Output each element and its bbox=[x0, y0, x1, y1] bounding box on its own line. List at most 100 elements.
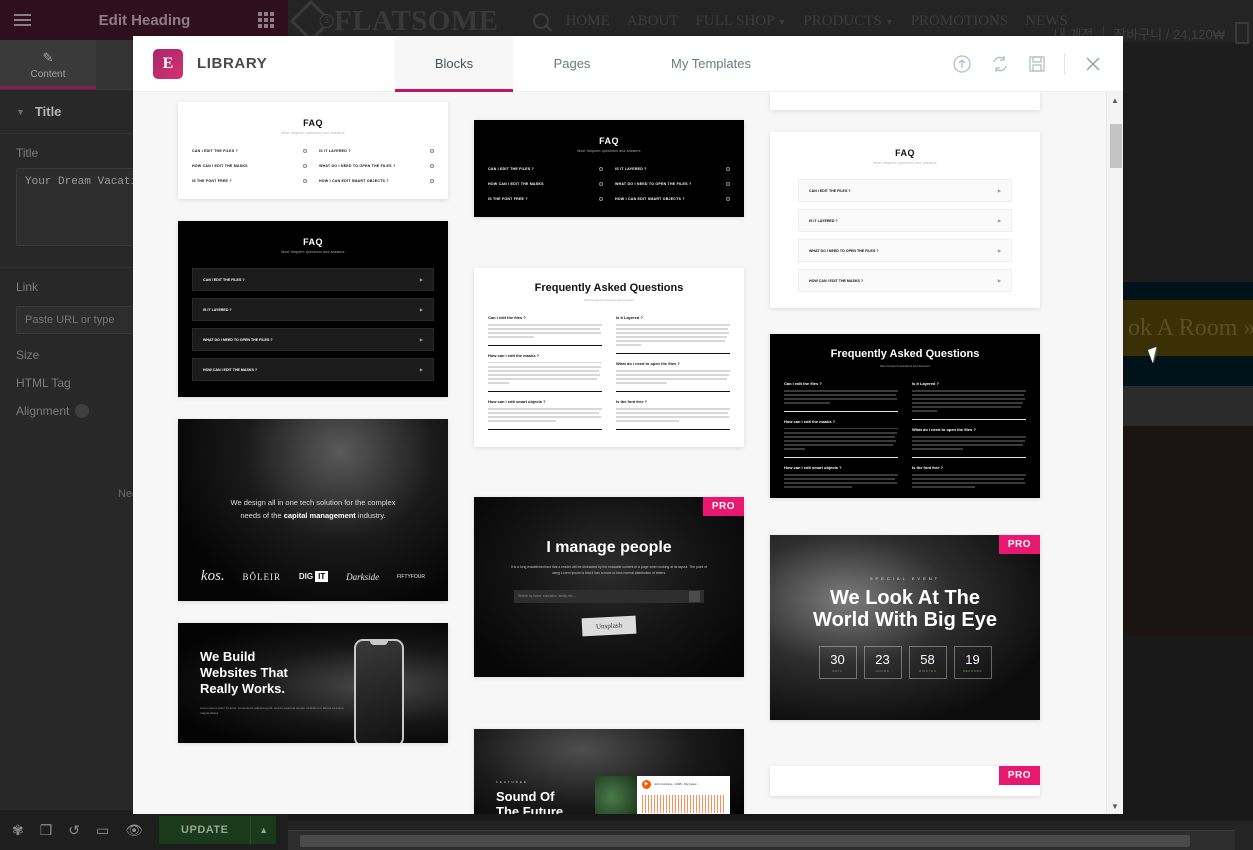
history-icon[interactable]: ↺ bbox=[68, 823, 80, 837]
save-icon[interactable] bbox=[1028, 55, 1046, 73]
template-card[interactable]: FAQ Most frequent questions and answers … bbox=[178, 221, 448, 397]
modal-body[interactable]: FAQ Most frequent questions and answers … bbox=[133, 92, 1123, 814]
client-logo: DIG IT bbox=[299, 571, 329, 582]
manage-title: I manage people bbox=[546, 538, 672, 556]
close-icon[interactable] bbox=[1083, 54, 1103, 74]
faq-long-body bbox=[616, 407, 730, 422]
template-card[interactable]: FEATURED Sound Of The Future ▶ John Colt… bbox=[474, 728, 744, 814]
plus-icon bbox=[303, 164, 307, 168]
faq-long-columns: Can I edit the files ? How can I edit th… bbox=[784, 381, 1026, 488]
nav-item-products[interactable]: PRODUCTS ▼ bbox=[803, 13, 893, 30]
chevron-right-icon: ▶ bbox=[419, 367, 423, 372]
faq-question: WHAT DO I NEED TO OPEN THE FILES ? bbox=[319, 164, 434, 168]
we-build-title: We Build Websites That Really Works. bbox=[200, 648, 288, 697]
nav-item-about[interactable]: ABOUT bbox=[627, 13, 679, 30]
panel-top-bar: Edit Heading bbox=[0, 0, 288, 40]
accordion-item: HOW CAN I EDIT THE MASKS ? ▶ bbox=[192, 358, 434, 381]
faq-question: IS THE FONT FREE ? bbox=[192, 179, 307, 183]
accordion-item: CAN I EDIT THE FILES ? ▶ bbox=[192, 268, 434, 291]
divider bbox=[912, 456, 1026, 458]
tab-blocks[interactable]: Blocks bbox=[395, 35, 513, 92]
panel-footer: ✾ ❒ ↺ ▭ 👁 UPDATE ▲ bbox=[0, 810, 288, 850]
faq-long-subtitle: Most frequent questions and answers bbox=[880, 364, 930, 368]
faq-accordion-light-thumb: FAQ Most frequent questions and answers … bbox=[770, 132, 1040, 308]
manage-search-placeholder: Search by name, education, family, etc..… bbox=[518, 594, 576, 599]
sound-kicker: FEATURED bbox=[496, 779, 528, 784]
template-card[interactable]: Frequently Asked Questions Most frequent… bbox=[474, 268, 744, 447]
template-column-3: FAQ Most frequent questions and answers … bbox=[770, 92, 1040, 814]
faq-long-light-thumb: Frequently Asked Questions Most frequent… bbox=[474, 268, 744, 447]
template-library-modal: E LIBRARY Blocks Pages My Templates FAQ … bbox=[133, 35, 1123, 814]
site-nav: HOME ABOUT FULL SHOP ▼ PRODUCTS ▼ PROMOTIO… bbox=[532, 13, 1068, 30]
chevron-right-icon: ▶ bbox=[997, 188, 1001, 193]
scroll-up-arrow[interactable]: ▲ bbox=[1107, 92, 1123, 108]
sync-icon[interactable] bbox=[990, 54, 1010, 74]
chevron-right-icon: ▶ bbox=[997, 248, 1001, 253]
template-card-partial[interactable]: PRO bbox=[770, 765, 1040, 796]
template-card[interactable]: FAQ Most frequent questions and answers … bbox=[178, 102, 448, 199]
info-icon[interactable] bbox=[75, 404, 90, 418]
faq-long-question: How can I edit the masks ? bbox=[784, 418, 836, 424]
faq-long-body bbox=[616, 324, 730, 347]
update-button[interactable]: UPDATE bbox=[159, 816, 251, 844]
cart-icon[interactable] bbox=[1235, 22, 1249, 44]
panel-title: Edit Heading bbox=[98, 11, 191, 29]
horizontal-scrollbar[interactable] bbox=[288, 830, 1235, 850]
site-logo[interactable]: 3 FLATSOME bbox=[289, 0, 499, 43]
nav-item-home[interactable]: HOME bbox=[566, 13, 610, 30]
template-card[interactable]: We design all in one tech solution for t… bbox=[178, 419, 448, 601]
faq-long-columns: Can I edit the files ? How can I edit th… bbox=[488, 315, 730, 437]
template-card[interactable]: FAQ Most frequent questions and answers … bbox=[770, 132, 1040, 308]
grid-dots-icon[interactable] bbox=[257, 12, 274, 28]
preview-icon[interactable]: 👁 bbox=[125, 823, 143, 837]
cart-link[interactable]: 장바구니 / 24,120₩ bbox=[1114, 24, 1225, 43]
countdown-item: 23 HOURS bbox=[863, 645, 902, 679]
tab-pages[interactable]: Pages bbox=[513, 36, 631, 92]
nav-item-full-shop[interactable]: FULL SHOP ▼ bbox=[695, 13, 786, 30]
client-logo: BÔLEIR bbox=[242, 571, 282, 582]
update-options-caret-icon[interactable]: ▲ bbox=[250, 816, 276, 844]
plus-icon bbox=[726, 167, 730, 171]
faq-long-body bbox=[912, 473, 1026, 488]
template-card[interactable]: We Build Websites That Really Works. Lor… bbox=[178, 623, 448, 743]
tab-content[interactable]: ✎ Content bbox=[0, 40, 96, 89]
layers-icon[interactable]: ❒ bbox=[40, 823, 53, 837]
template-card[interactable]: PRO I manage people It is a long establi… bbox=[474, 496, 744, 677]
tab-my-templates[interactable]: My Templates bbox=[631, 36, 791, 92]
event-title: We Look At The World With Big Eye bbox=[813, 586, 997, 632]
soundcloud-player: ▶ John Coltrane - R&B - My Favor... bbox=[595, 775, 730, 814]
book-a-room-button[interactable]: ok A Room » bbox=[1128, 315, 1253, 342]
faq-long-body bbox=[912, 436, 1026, 450]
player-main: ▶ John Coltrane - R&B - My Favor... bbox=[637, 776, 730, 814]
scroll-down-arrow[interactable]: ▼ bbox=[1107, 798, 1123, 814]
site-logo-text: FLATSOME bbox=[334, 4, 499, 37]
accordion-list: CAN I EDIT THE FILES ? ▶ IS IT LAYERED ? ▶… bbox=[784, 179, 1026, 292]
upload-icon[interactable] bbox=[952, 54, 972, 74]
vertical-scrollbar-thumb[interactable] bbox=[1110, 124, 1122, 168]
countdown-item: 30 DAYS bbox=[818, 645, 857, 679]
faq-title: FAQ bbox=[303, 118, 323, 128]
template-card[interactable]: FAQ Most frequent questions and answers … bbox=[474, 120, 744, 217]
faq-long-body bbox=[784, 427, 898, 450]
faq-long-question: How can I edit the masks ? bbox=[488, 352, 540, 358]
faq-long-question: How can I edit smart objects ? bbox=[488, 398, 546, 404]
template-card-partial[interactable] bbox=[770, 92, 1040, 110]
logo-badge: 3 bbox=[319, 14, 334, 28]
horizontal-scrollbar-thumb[interactable] bbox=[300, 835, 1190, 847]
alignment-label: Alignment bbox=[16, 404, 90, 418]
search-icon[interactable] bbox=[532, 13, 549, 29]
vertical-scrollbar[interactable]: ▲ ▼ bbox=[1106, 92, 1123, 814]
plus-icon bbox=[599, 197, 603, 201]
template-card[interactable]: Frequently Asked Questions Most frequent… bbox=[770, 334, 1040, 498]
library-brand: E LIBRARY bbox=[133, 48, 395, 79]
faq-long-right-col: Is it Layered ? What do I need to open t… bbox=[616, 315, 730, 437]
hamburger-icon[interactable] bbox=[14, 14, 31, 26]
manage-body: It is a long established fact that a rea… bbox=[510, 564, 708, 575]
nav-item-promotions[interactable]: PROMOTIONS bbox=[911, 13, 1009, 30]
album-art bbox=[595, 775, 637, 814]
faq-subtitle: Most frequent questions and answers bbox=[873, 161, 937, 165]
gear-icon[interactable]: ✾ bbox=[12, 823, 24, 837]
faq-long-body bbox=[784, 390, 898, 404]
template-card[interactable]: PRO SPECIAL EVENT We Look At The World W… bbox=[770, 534, 1040, 720]
responsive-icon[interactable]: ▭ bbox=[96, 823, 109, 837]
